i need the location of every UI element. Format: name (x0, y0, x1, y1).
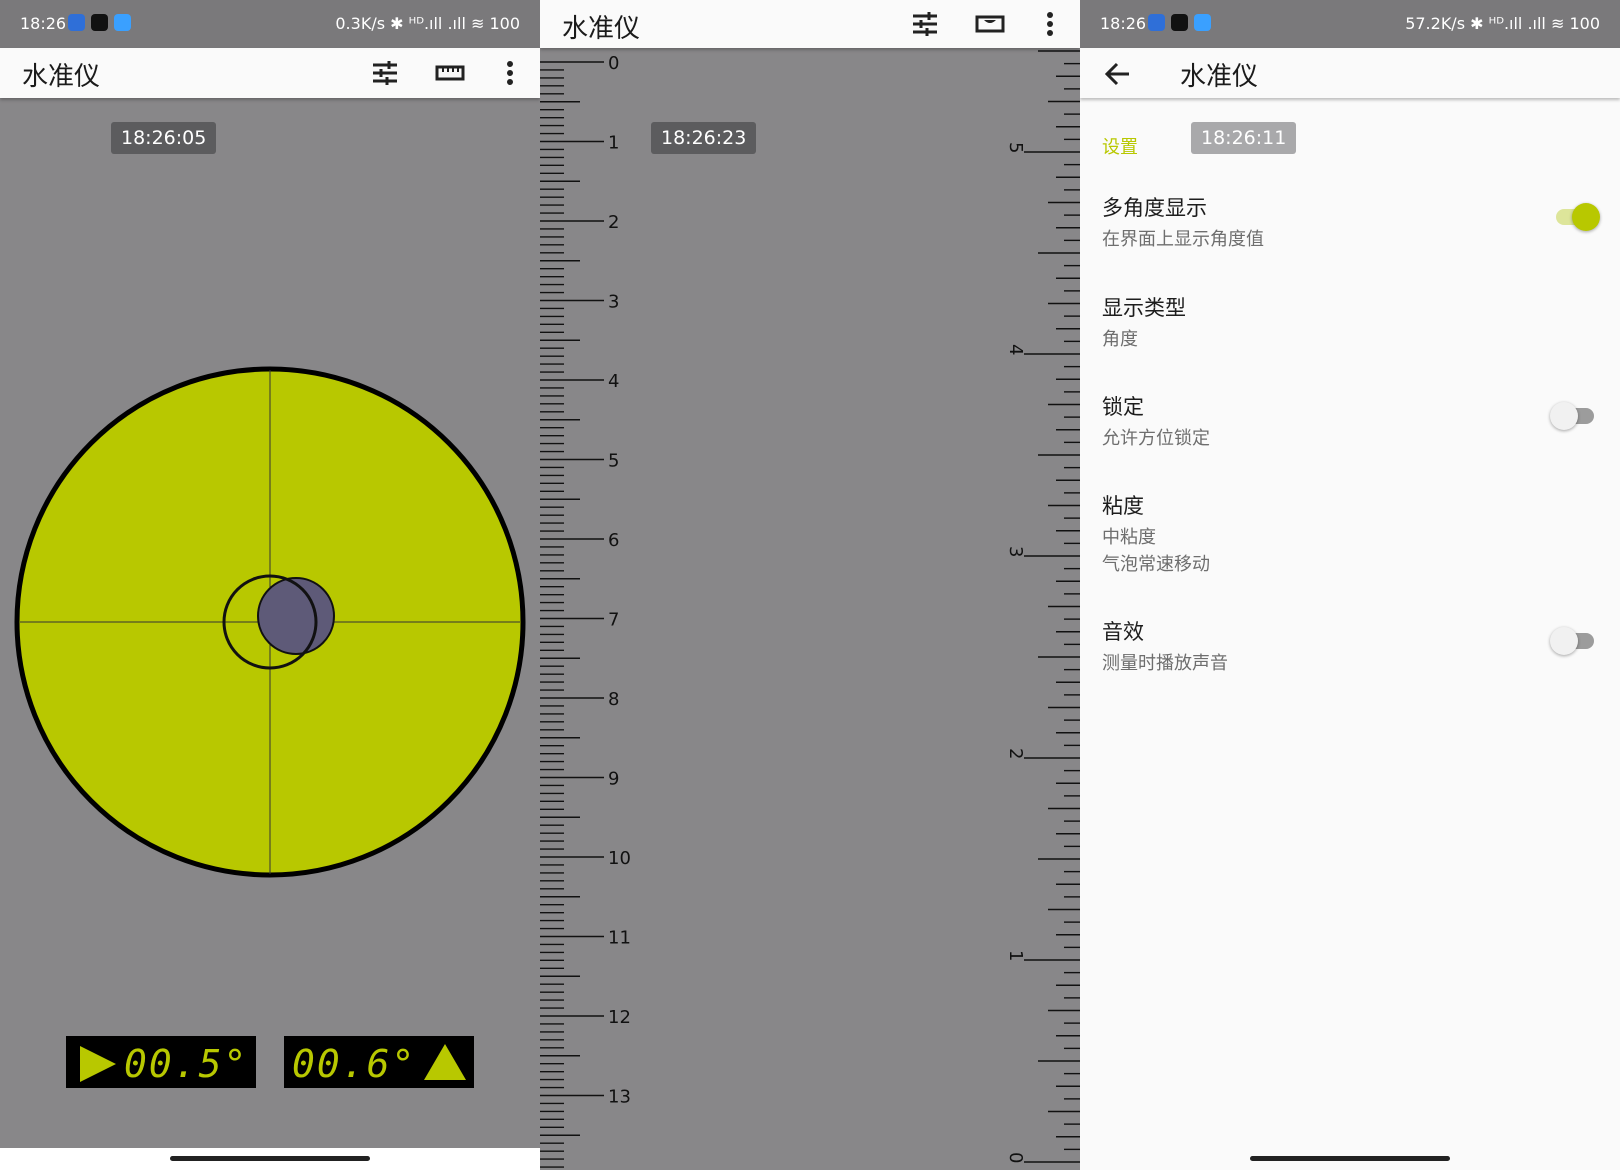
ruler-label: 5 (1005, 142, 1026, 153)
setting-title: 多角度显示 (1102, 196, 1207, 220)
settings-panel: 18:26 57.2K/s ✱ ᴴᴰ.ıll .ıll ≋ 100 水准仪 设置… (1080, 0, 1620, 1170)
tune-icon[interactable] (910, 9, 940, 39)
switch-knob (1550, 402, 1578, 430)
level-icon[interactable] (975, 9, 1005, 39)
bubble (257, 577, 335, 655)
setting-sound[interactable]: 音效 测量时播放声音 (1102, 616, 1228, 677)
setting-title: 音效 (1102, 620, 1144, 644)
app-notification-icon (1148, 14, 1165, 31)
ruler-label: 9 (608, 769, 619, 790)
sound-switch[interactable] (1550, 627, 1594, 655)
status-indicators: 57.2K/s ✱ ᴴᴰ.ıll .ıll ≋ 100 (1405, 14, 1600, 33)
timestamp-overlay: 18:26:23 (651, 122, 757, 154)
home-indicator[interactable] (1250, 1156, 1450, 1161)
notification-icons (1148, 14, 1211, 31)
setting-lock[interactable]: 锁定 允许方位锁定 (1102, 391, 1210, 452)
setting-subtitle: 测量时播放声音 (1102, 653, 1228, 674)
ruler-label: 1 (1005, 950, 1026, 961)
status-time: 18:26 (1100, 14, 1147, 33)
status-bar: 18:26 57.2K/s ✱ ᴴᴰ.ıll .ıll ≋ 100 (1080, 0, 1620, 48)
y-angle-display: 00.6° (284, 1036, 474, 1088)
ruler-panel: 水准仪 0 1 2 3 4 5 6 7 8 9 10 11 12 13 5 4 3 2 1 0 18:26:23 (540, 0, 1080, 1170)
app-bar: 水准仪 (0, 48, 540, 98)
app-bar: 水准仪 (540, 0, 1080, 48)
section-label: 设置 (1102, 137, 1138, 158)
setting-title: 粘度 (1102, 494, 1144, 518)
app-notification-icon (1194, 14, 1211, 31)
home-indicator[interactable] (170, 1156, 370, 1161)
status-bar: 18:26 0.3K/s ✱ ᴴᴰ.ıll .ıll ≋ 100 (0, 0, 540, 48)
ruler-label: 3 (608, 292, 619, 313)
x-angle-display: 00.5° (66, 1036, 256, 1088)
ruler-label: 5 (608, 451, 619, 472)
up-arrow-icon (424, 1044, 466, 1080)
ruler-label: 7 (608, 610, 619, 631)
setting-multi-angle[interactable]: 多角度显示 在界面上显示角度值 (1102, 192, 1264, 253)
tiktok-icon (1171, 14, 1188, 31)
setting-display-type[interactable]: 显示类型 角度 (1102, 292, 1186, 353)
setting-subtitle: 中粘度 (1102, 527, 1156, 548)
setting-subtitle: 允许方位锁定 (1102, 428, 1210, 449)
back-arrow-icon[interactable] (1104, 60, 1132, 88)
right-arrow-icon (80, 1046, 116, 1082)
app-title: 水准仪 (562, 14, 641, 44)
setting-title: 显示类型 (1102, 296, 1186, 320)
setting-subtitle: 在界面上显示角度值 (1102, 229, 1264, 250)
app-notification-icon (114, 14, 131, 31)
ruler-label: 11 (608, 928, 631, 949)
timestamp-overlay: 18:26:11 (1191, 122, 1297, 154)
bubble-vial (14, 366, 526, 878)
tune-icon[interactable] (370, 58, 400, 88)
ruler-label: 3 (1005, 546, 1026, 557)
ruler-scale: 012345678910111213543210 (540, 50, 1080, 1168)
ruler-label: 13 (608, 1087, 631, 1108)
more-vert-icon[interactable] (1035, 9, 1065, 39)
setting-viscosity[interactable]: 粘度 中粘度 气泡常速移动 (1102, 490, 1210, 578)
app-title: 水准仪 (22, 62, 101, 92)
ruler-label: 2 (1005, 748, 1026, 759)
timestamp-overlay: 18:26:05 (111, 122, 217, 154)
ruler-label: 10 (608, 848, 631, 869)
status-time: 18:26 (20, 14, 67, 33)
level-panel: 18:26 0.3K/s ✱ ᴴᴰ.ıll .ıll ≋ 100 水准仪 18:… (0, 0, 540, 1170)
ruler-label: 12 (608, 1007, 631, 1028)
more-vert-icon[interactable] (495, 58, 525, 88)
tiktok-icon (91, 14, 108, 31)
ruler-label: 1 (608, 133, 619, 154)
notification-icons (68, 14, 131, 31)
ruler-label: 8 (608, 689, 619, 710)
multi-angle-switch[interactable] (1556, 203, 1600, 231)
y-angle-value: 00.6° (292, 1042, 417, 1086)
app-notification-icon (68, 14, 85, 31)
status-indicators: 0.3K/s ✱ ᴴᴰ.ıll .ıll ≋ 100 (335, 14, 520, 33)
switch-knob (1550, 627, 1578, 655)
setting-title: 锁定 (1102, 395, 1144, 419)
switch-knob (1572, 203, 1600, 231)
ruler-label: 4 (608, 371, 619, 392)
ruler-label: 0 (608, 53, 619, 74)
app-bar: 水准仪 (1080, 48, 1620, 98)
ruler-label: 4 (1005, 344, 1026, 355)
setting-subtitle: 角度 (1102, 329, 1138, 350)
ruler-label: 2 (608, 212, 619, 233)
settings-title: 水准仪 (1180, 62, 1259, 92)
lock-switch[interactable] (1550, 402, 1594, 430)
ruler-label: 6 (608, 530, 619, 551)
ruler-icon[interactable] (435, 58, 465, 88)
x-angle-value: 00.5° (124, 1042, 249, 1086)
setting-subtitle-2: 气泡常速移动 (1102, 554, 1210, 575)
ruler-label: 0 (1005, 1152, 1026, 1163)
